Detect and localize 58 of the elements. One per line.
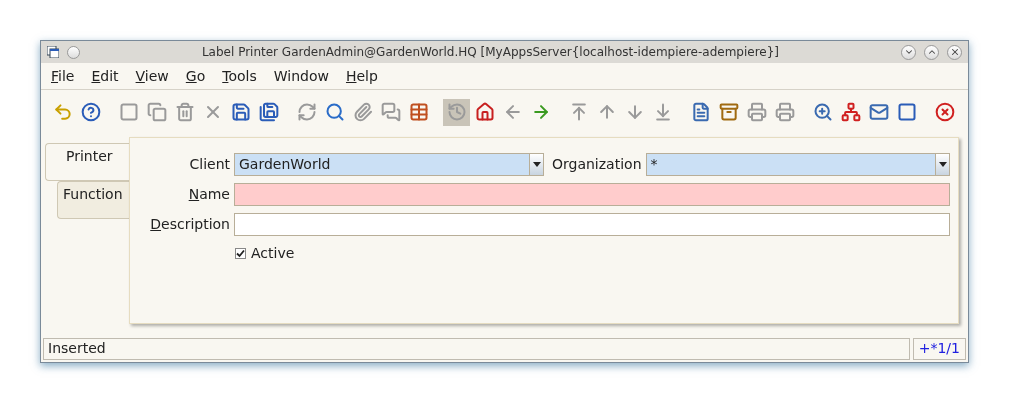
- dropdown-button[interactable]: [529, 154, 543, 175]
- menu-item[interactable]: File: [51, 65, 75, 87]
- menu-item[interactable]: Tools: [222, 65, 257, 87]
- window-menu-icon[interactable]: [47, 46, 59, 58]
- checkbox[interactable]: [235, 248, 246, 259]
- window-title: Label Printer GardenAdmin@GardenWorld.HQ [MyAppsServer{localhost-idempiere-adempiere}]: [200, 44, 781, 61]
- menu-item[interactable]: Edit: [91, 65, 119, 87]
- status-message: Inserted: [43, 338, 910, 360]
- chat-icon: [380, 102, 401, 122]
- chevron-down-icon: [903, 47, 914, 57]
- zoom-icon: [812, 102, 833, 122]
- pin-button[interactable]: [67, 45, 80, 59]
- checkbox-label: Active: [251, 244, 295, 263]
- text-field[interactable]: [234, 183, 950, 206]
- field-label: Description: [149, 215, 230, 234]
- field-label: Client: [188, 155, 230, 174]
- combo-box[interactable]: *: [645, 153, 950, 176]
- printer-icon: [746, 102, 767, 122]
- refresh-icon: [296, 102, 317, 122]
- combo-box[interactable]: GardenWorld: [234, 153, 544, 176]
- history-icon: [446, 102, 467, 122]
- maximize-button[interactable]: [924, 44, 939, 60]
- paperclip-icon: [352, 102, 373, 122]
- undo-icon: [52, 102, 73, 122]
- table-icon: [408, 102, 429, 122]
- close-button[interactable]: [947, 44, 962, 60]
- menu-item[interactable]: Go: [185, 65, 206, 87]
- save-icon: [230, 102, 251, 122]
- field-label: Organization: [552, 155, 642, 174]
- trash-icon: [174, 102, 195, 122]
- save-all-icon: [258, 102, 279, 122]
- search-icon: [324, 102, 345, 122]
- field-label: Name: [187, 185, 230, 204]
- menu-item[interactable]: Help: [345, 65, 378, 87]
- mail-icon: [868, 102, 889, 122]
- dropdown-button[interactable]: [935, 154, 949, 175]
- home-icon: [474, 102, 495, 122]
- menu-item[interactable]: Window: [273, 65, 329, 87]
- report-icon: [690, 102, 711, 122]
- archive-icon: [718, 102, 739, 122]
- chevron-up-icon: [926, 47, 937, 57]
- close-icon: [949, 47, 960, 57]
- combo-value: GardenWorld: [238, 155, 332, 174]
- tab[interactable]: Function: [57, 181, 129, 219]
- square-icon: [896, 102, 917, 122]
- printer-icon: [774, 102, 795, 122]
- caret-icon: [938, 162, 947, 167]
- minimize-button[interactable]: [901, 44, 916, 60]
- record-indicator: +*1/1: [912, 338, 966, 360]
- text-field[interactable]: [234, 213, 950, 236]
- combo-value: *: [649, 155, 659, 174]
- tab[interactable]: Printer: [45, 143, 129, 181]
- square-icon: [118, 102, 139, 122]
- caret-icon: [532, 162, 541, 167]
- copy-icon: [146, 102, 167, 122]
- menu-item[interactable]: View: [135, 65, 169, 87]
- exit-icon: [934, 102, 955, 122]
- help-icon: [80, 102, 101, 122]
